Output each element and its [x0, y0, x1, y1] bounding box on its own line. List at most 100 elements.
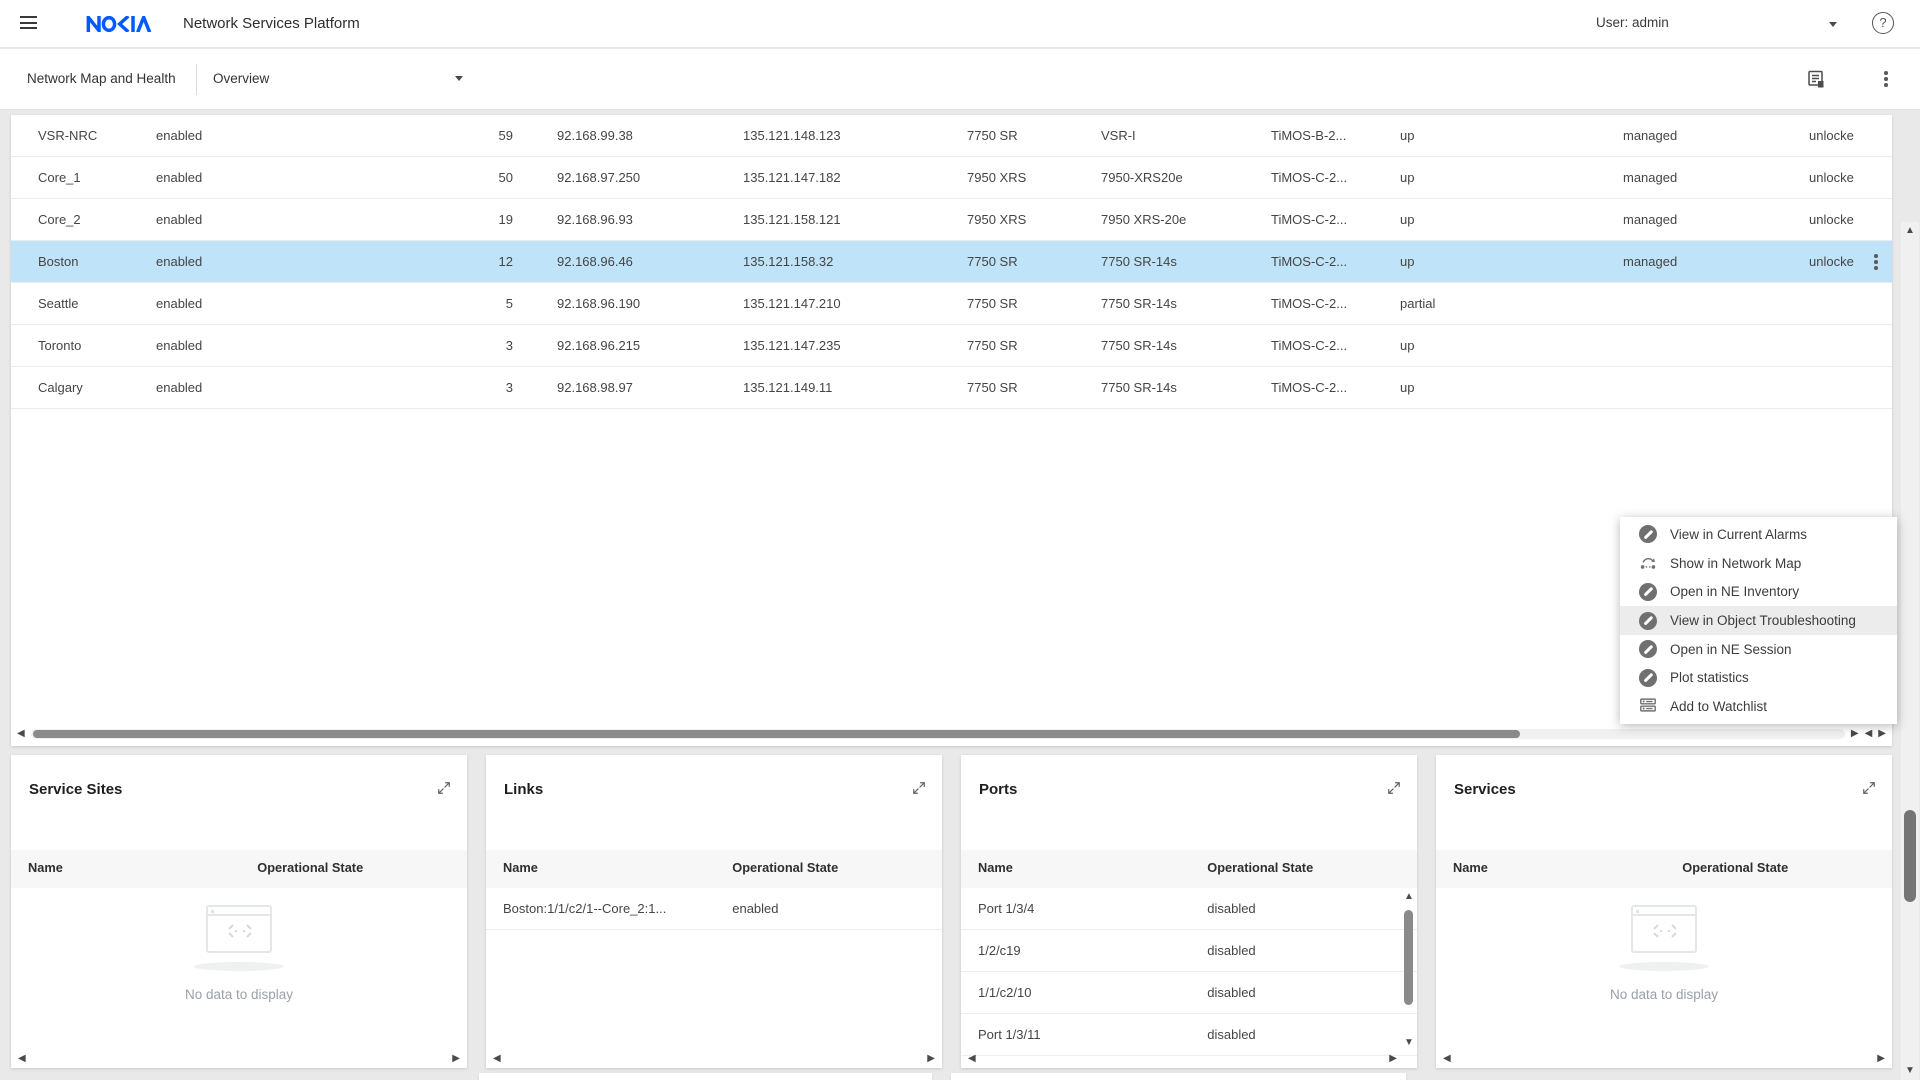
page-vertical-scrollbar[interactable]: ▲ ▼: [1901, 222, 1919, 1080]
scrollbar-thumb[interactable]: [33, 730, 1521, 738]
panel-cell-state: disabled: [1207, 901, 1255, 916]
scrollbar-track[interactable]: [31, 729, 1845, 739]
panel-scroll-right-icon[interactable]: ▶: [1389, 1054, 1397, 1064]
cell-chassis_type: 7750 SR-14s: [1101, 254, 1271, 269]
scroll-right-icon[interactable]: ▶: [1851, 729, 1859, 739]
report-icon[interactable]: [1806, 69, 1826, 94]
chevron-down-icon: [455, 76, 463, 81]
page-last-icon[interactable]: ▶: [1878, 729, 1886, 739]
help-icon[interactable]: ?: [1872, 12, 1894, 34]
no-data-text: No data to display: [11, 987, 467, 1002]
menu-item-view-in-object-troubleshooting[interactable]: View in Object Troubleshooting: [1620, 606, 1897, 635]
panel-row[interactable]: 1/2/c19disabled: [961, 930, 1417, 972]
panel-column-operational-state: Operational State: [257, 860, 363, 875]
view-selector[interactable]: Overview: [213, 71, 463, 86]
menu-item-label: Show in Network Map: [1670, 556, 1801, 571]
table-row-Boston[interactable]: Bostonenabled1292.168.96.46135.121.158.3…: [11, 241, 1892, 283]
panel-scrollbar-thumb[interactable]: [1404, 910, 1413, 1005]
user-menu[interactable]: User: admin: [1596, 14, 1856, 36]
panel-scroll-left-icon[interactable]: ◀: [493, 1054, 501, 1064]
panel-scroll-left-icon[interactable]: ◀: [1443, 1054, 1451, 1064]
scroll-down-icon[interactable]: ▼: [1905, 1066, 1915, 1076]
cell-administrative_state: unlocke: [1809, 254, 1892, 269]
expand-icon[interactable]: [437, 781, 451, 800]
expand-icon[interactable]: [912, 781, 926, 800]
cell-version: TiMOS-C-2...: [1271, 170, 1400, 185]
cell-affected_objects: 19: [353, 212, 557, 227]
cell-version: TiMOS-C-2...: [1271, 254, 1400, 269]
no-data-text: No data to display: [1436, 987, 1892, 1002]
ne-horizontal-scrollbar: ◀ ▶ ◀ ▶: [17, 726, 1886, 742]
network-map-icon: [1639, 553, 1657, 574]
illustration-shadow: [1619, 962, 1709, 971]
menu-item-show-in-network-map[interactable]: Show in Network Map: [1620, 549, 1897, 578]
hamburger-menu-icon[interactable]: [20, 16, 37, 30]
scroll-up-icon[interactable]: ▲: [1905, 226, 1915, 236]
user-caret-icon: [1829, 22, 1837, 27]
cell-name: Toronto: [11, 338, 156, 353]
table-row-Seattle[interactable]: Seattleenabled592.168.96.190135.121.147.…: [11, 283, 1892, 325]
cell-chassis_type: 7750 SR-14s: [1101, 338, 1271, 353]
panel-scroll-left-icon[interactable]: ◀: [18, 1054, 26, 1064]
page-first-icon[interactable]: ◀: [1865, 729, 1873, 739]
menu-item-label: View in Current Alarms: [1670, 527, 1807, 542]
table-row-Core_1[interactable]: Core_1enabled5092.168.97.250135.121.147.…: [11, 157, 1892, 199]
toolbar-kebab-icon[interactable]: [1884, 71, 1888, 89]
menu-item-plot-statistics[interactable]: Plot statistics: [1620, 664, 1897, 693]
cell-name: Boston: [11, 254, 156, 269]
row-kebab-icon[interactable]: [1874, 254, 1878, 272]
illustration-shadow: [194, 962, 284, 971]
page-scrollbar-thumb[interactable]: [1904, 810, 1916, 902]
cell-chassis_type: 7950-XRS20e: [1101, 170, 1271, 185]
panel-row[interactable]: Port 1/3/4disabled: [961, 888, 1417, 930]
panel-vertical-scrollbar[interactable]: ▲▼: [1402, 892, 1415, 1048]
cell-managed_state: managed: [1623, 212, 1809, 227]
cell-affected_objects: 5: [353, 296, 557, 311]
scroll-left-icon[interactable]: ◀: [17, 729, 25, 739]
cell-affected_objects: 50: [353, 170, 557, 185]
cell-communication_state: up: [1400, 128, 1623, 143]
panel-row[interactable]: 1/1/c2/10disabled: [961, 972, 1417, 1014]
menu-item-open-in-ne-session[interactable]: Open in NE Session: [1620, 635, 1897, 664]
panel-ports: PortsNameOperational StatePort 1/3/4disa…: [961, 755, 1417, 1068]
panel-row[interactable]: Port 1/3/11disabled: [961, 1014, 1417, 1056]
scroll-down-icon[interactable]: ▼: [1404, 1038, 1414, 1048]
panel-scroll-left-icon[interactable]: ◀: [968, 1054, 976, 1064]
panel-cell-name: Port 1/3/11: [978, 1027, 1041, 1042]
cell-name: Core_1: [11, 170, 156, 185]
cell-operational_state: enabled: [156, 296, 353, 311]
menu-item-view-in-current-alarms[interactable]: View in Current Alarms: [1620, 520, 1897, 549]
open-app-icon: [1639, 640, 1657, 658]
panel-cell-name: 1/2/c19: [978, 943, 1021, 958]
panel-scroll-right-icon[interactable]: ▶: [1877, 1054, 1885, 1064]
table-row-Toronto[interactable]: Torontoenabled392.168.96.215135.121.147.…: [11, 325, 1892, 367]
panel-scroll-right-icon[interactable]: ▶: [452, 1054, 460, 1064]
cell-version: TiMOS-C-2...: [1271, 296, 1400, 311]
view-selector-value: Overview: [213, 71, 269, 86]
table-row-Calgary[interactable]: Calgaryenabled392.168.98.97135.121.149.1…: [11, 367, 1892, 409]
panel-column-name: Name: [503, 860, 538, 875]
panel-links: LinksNameOperational StateBoston:1/1/c2/…: [486, 755, 942, 1068]
cell-name: Core_2: [11, 212, 156, 227]
cell-management_address: 135.121.158.121: [743, 212, 967, 227]
table-row-VSR-NRC[interactable]: VSR-NRCenabled5992.168.99.38135.121.148.…: [11, 115, 1892, 157]
menu-item-open-in-ne-inventory[interactable]: Open in NE Inventory: [1620, 577, 1897, 606]
menu-item-label: Open in NE Session: [1670, 642, 1792, 657]
no-data-placeholder: No data to display: [11, 905, 467, 1002]
cell-affected_objects: 3: [353, 380, 557, 395]
open-app-icon: [1639, 583, 1657, 601]
cell-operational_state: enabled: [156, 128, 353, 143]
cell-version: TiMOS-C-2...: [1271, 380, 1400, 395]
expand-icon[interactable]: [1387, 781, 1401, 800]
panel-row[interactable]: Boston:1/1/c2/1--Core_2:1...enabled: [486, 888, 942, 930]
table-row-Core_2[interactable]: Core_2enabled1992.168.96.93135.121.158.1…: [11, 199, 1892, 241]
breadcrumb[interactable]: Network Map and Health: [27, 71, 176, 86]
ne-rows: VSR-NRCenabled5992.168.99.38135.121.148.…: [11, 115, 1892, 409]
scroll-up-icon[interactable]: ▲: [1404, 892, 1414, 902]
panel-rows: Port 1/3/4disabled1/2/c19disabled1/1/c2/…: [961, 888, 1417, 1056]
panel-scroll-right-icon[interactable]: ▶: [927, 1054, 935, 1064]
expand-icon[interactable]: [1862, 781, 1876, 800]
cell-system_address: 92.168.96.46: [557, 254, 743, 269]
panel-header-row: NameOperational State: [11, 850, 467, 888]
menu-item-add-to-watchlist[interactable]: Add to Watchlist: [1620, 692, 1897, 721]
